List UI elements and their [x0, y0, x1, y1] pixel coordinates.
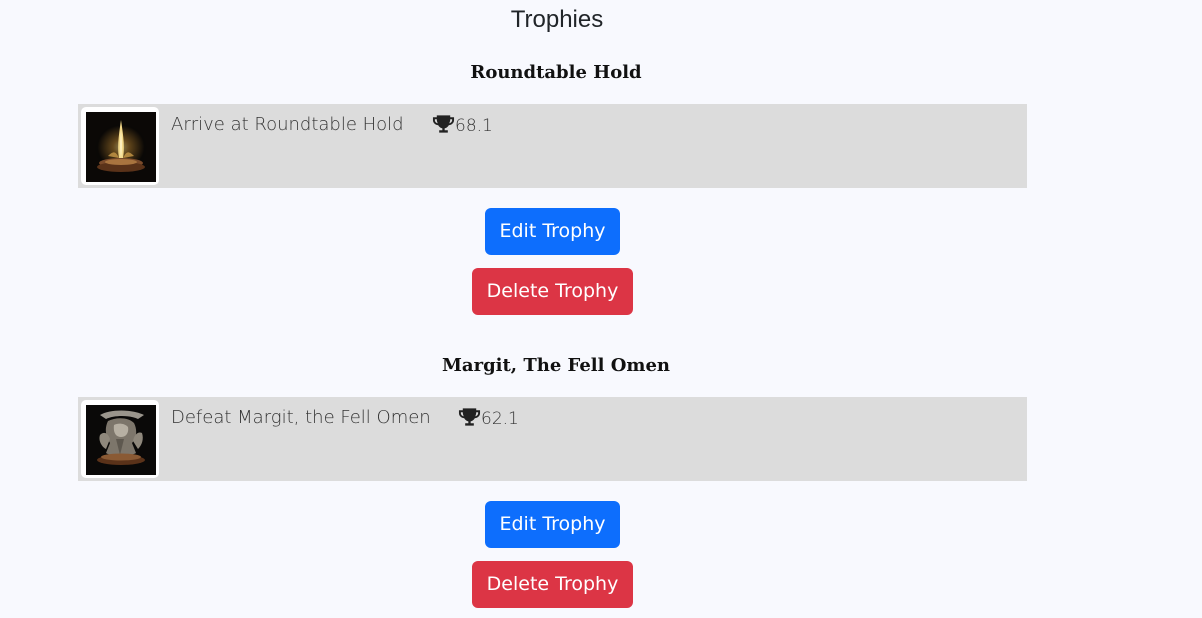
trophy-card: Defeat Margit, the Fell Omen 62.1 — [78, 397, 1027, 481]
trophy-points: 62.1 — [458, 407, 519, 429]
page-title: Trophies — [510, 6, 604, 33]
edit-trophy-button[interactable]: Edit Trophy — [485, 501, 620, 548]
trophy-points: 68.1 — [432, 114, 493, 136]
trophy-name: Margit, The Fell Omen — [442, 355, 670, 376]
delete-trophy-button[interactable]: Delete Trophy — [472, 561, 633, 608]
site-of-grace-icon — [86, 112, 156, 182]
trophy-card: Arrive at Roundtable Hold 68.1 — [78, 104, 1027, 188]
trophy-points-value: 68.1 — [455, 116, 493, 136]
trophy-icon — [458, 408, 481, 426]
trophy-name: Roundtable Hold — [470, 62, 642, 83]
edit-trophy-button[interactable]: Edit Trophy — [485, 208, 620, 255]
trophy-image — [81, 400, 159, 478]
delete-trophy-button[interactable]: Delete Trophy — [472, 268, 633, 315]
trophy-description: Defeat Margit, the Fell Omen — [171, 407, 431, 428]
trophy-icon — [432, 115, 455, 133]
trophy-image — [81, 107, 159, 185]
trophy-points-value: 62.1 — [481, 409, 519, 429]
trophy-description: Arrive at Roundtable Hold — [171, 114, 404, 135]
margit-statue-icon — [86, 405, 156, 475]
